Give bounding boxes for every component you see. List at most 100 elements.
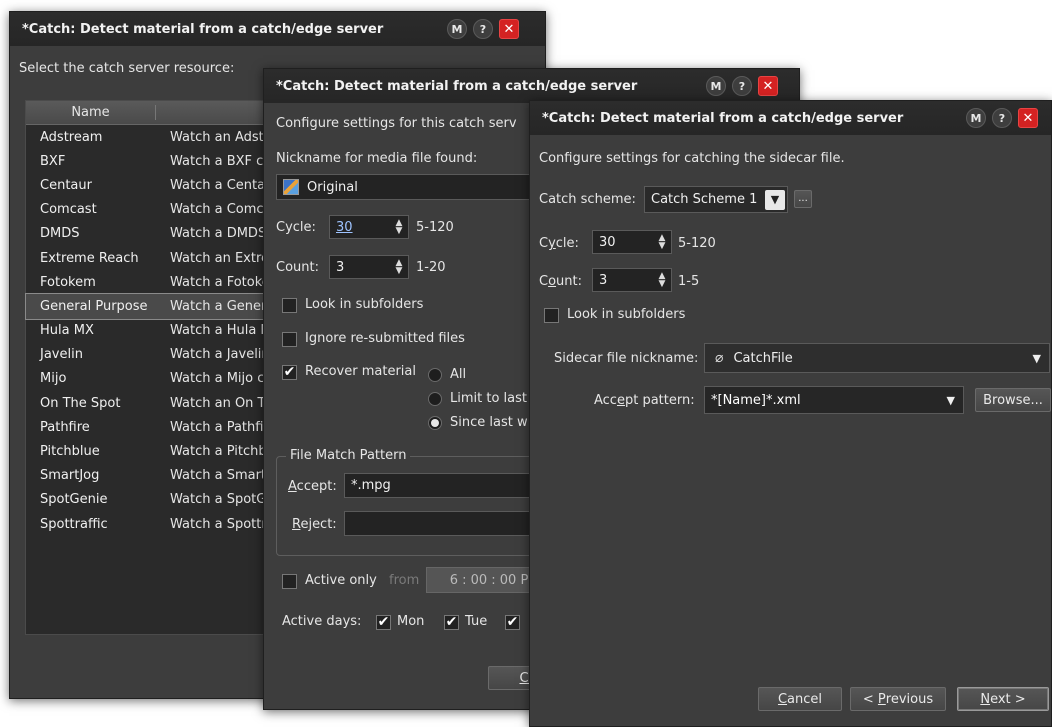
dialog2-intro: Configure settings for this catch serv [276, 116, 517, 131]
sidecar-nickname-dropdown[interactable]: ⌀ CatchFile ▼ [704, 343, 1050, 373]
nickname-label: Nickname for media file found: [276, 151, 478, 166]
media-file-icon [283, 179, 299, 195]
accept-label: Accept: [288, 479, 337, 494]
help-button[interactable]: ? [473, 19, 493, 39]
sidecar-nickname-label: Sidecar file nickname: [554, 351, 699, 366]
catch-scheme-label: Catch scheme: [539, 192, 636, 207]
accept-pattern-label: Accept pattern: [594, 393, 695, 408]
count-range: 1-5 [678, 274, 700, 289]
tuesday-checkbox[interactable]: ✔ [444, 615, 459, 630]
recover-material-checkbox[interactable]: ✔ [282, 365, 297, 380]
spinner-arrows-icon[interactable]: ▲ ▼ [390, 219, 408, 236]
cycle-spinner[interactable]: 30 ▲ ▼ [592, 230, 672, 254]
from-label: from [389, 573, 420, 588]
previous-button[interactable]: < Previous [850, 687, 946, 711]
dialog2-title-buttons: M ? ✕ [706, 76, 778, 96]
list-item[interactable]: Pitchblue Watch a Pitchb [26, 439, 284, 463]
list-item[interactable]: Adstream Watch an Adst [26, 125, 284, 149]
radio-since-last[interactable] [428, 416, 442, 430]
from-time-field[interactable]: 6 : 00 : 00 P [426, 567, 546, 593]
dialog1-title: *Catch: Detect material from a catch/edg… [22, 21, 384, 37]
count-label: Count: [276, 260, 319, 275]
look-subfolders-label: Look in subfolders [567, 307, 686, 322]
radio-all[interactable] [428, 368, 442, 382]
dialog3-title-buttons: M ? ✕ [966, 108, 1038, 128]
look-subfolders-checkbox[interactable] [544, 308, 559, 323]
list-item[interactable]: SmartJog Watch a Smart [26, 464, 284, 488]
monday-label: Mon [397, 614, 425, 629]
accept-pattern-field[interactable]: *.mpg [344, 473, 544, 498]
list-item[interactable]: Spottraffic Watch a Spottr [26, 512, 284, 536]
list-item[interactable]: BXF Watch a BXF ca [26, 149, 284, 173]
list-item[interactable]: DMDS Watch a DMDS [26, 222, 284, 246]
dialog2-title: *Catch: Detect material from a catch/edg… [276, 78, 638, 94]
active-only-label: Active only [305, 573, 377, 588]
list-item[interactable]: Mijo Watch a Mijo c [26, 367, 284, 391]
browse-button[interactable]: Browse... [975, 388, 1051, 412]
count-value: 3 [336, 259, 345, 275]
file-match-group [276, 456, 546, 556]
m-button[interactable]: M [966, 108, 986, 128]
radio-since-label: Since last w [450, 415, 528, 430]
select-resource-label: Select the catch server resource: [19, 61, 235, 76]
chevron-down-icon: ▼ [946, 393, 955, 407]
m-button[interactable]: M [706, 76, 726, 96]
chevron-down-icon: ▼ [1032, 351, 1041, 365]
radio-limit-to-last[interactable] [428, 392, 442, 406]
accept-pattern-field[interactable]: *[Name]*.xml ▼ [704, 386, 964, 414]
next-button[interactable]: Next > [957, 687, 1049, 711]
reject-pattern-field[interactable] [344, 511, 544, 536]
list-item[interactable]: On The Spot Watch an On T [26, 391, 284, 415]
close-button[interactable]: ✕ [499, 19, 519, 39]
cycle-label: Cycle: [539, 236, 579, 251]
catch-server-list[interactable]: Name Adstream Watch an Adst BXF Watch a BX… [25, 100, 285, 635]
list-header: Name [26, 101, 284, 125]
m-button[interactable]: M [447, 19, 467, 39]
spinner-arrows-icon[interactable]: ▲ ▼ [653, 234, 671, 251]
paperclip-icon: ⌀ [715, 350, 724, 366]
catch-scheme-dropdown[interactable]: Catch Scheme 1 ▼ [644, 186, 788, 213]
cycle-spinner[interactable]: 30 ▲ ▼ [329, 215, 409, 239]
list-item[interactable]: Hula MX Watch a Hula N [26, 319, 284, 343]
list-item-selected[interactable]: General Purpose Watch a Gener [25, 293, 285, 320]
file-match-group-title: File Match Pattern [286, 448, 411, 463]
monday-checkbox[interactable]: ✔ [376, 615, 391, 630]
ignore-resubmitted-label: Ignore re-submitted files [305, 331, 465, 346]
count-range: 1-20 [416, 260, 446, 275]
count-spinner[interactable]: 3 ▲ ▼ [592, 268, 672, 292]
look-subfolders-label: Look in subfolders [305, 297, 424, 312]
cancel-button[interactable]: Cancel [758, 687, 842, 711]
count-label: Count: [539, 274, 583, 289]
radio-limit-label: Limit to last [450, 391, 527, 406]
nickname-dropdown[interactable]: Original [276, 174, 546, 200]
count-spinner[interactable]: 3 ▲ ▼ [329, 255, 409, 279]
wednesday-checkbox[interactable]: ✔ [505, 615, 520, 630]
spinner-arrows-icon[interactable]: ▲ ▼ [390, 259, 408, 276]
help-button[interactable]: ? [992, 108, 1012, 128]
ignore-resubmitted-checkbox[interactable] [282, 332, 297, 347]
chevron-down-icon: ▼ [765, 189, 785, 210]
catch-scheme-more-button[interactable]: ... [794, 190, 812, 208]
cycle-value: 30 [599, 234, 616, 250]
list-item[interactable]: SpotGenie Watch a SpotG [26, 488, 284, 512]
close-button[interactable]: ✕ [1018, 108, 1038, 128]
look-subfolders-checkbox[interactable] [282, 298, 297, 313]
active-only-checkbox[interactable] [282, 574, 297, 589]
cycle-range: 5-120 [416, 220, 454, 235]
list-item[interactable]: Javelin Watch a Javelir [26, 343, 284, 367]
spinner-arrows-icon[interactable]: ▲ ▼ [653, 272, 671, 289]
dialog3-intro: Configure settings for catching the side… [539, 151, 845, 166]
cycle-value: 30 [336, 219, 353, 235]
column-header-name[interactable]: Name [26, 105, 156, 120]
dialog3-title: *Catch: Detect material from a catch/edg… [542, 110, 904, 126]
list-item[interactable]: Pathfire Watch a Pathfi [26, 415, 284, 439]
cycle-label: Cycle: [276, 220, 316, 235]
list-item[interactable]: Fotokem Watch a Fotoke [26, 270, 284, 294]
list-item[interactable]: Centaur Watch a Centau [26, 173, 284, 197]
active-days-label: Active days: [282, 614, 362, 629]
help-button[interactable]: ? [732, 76, 752, 96]
list-item[interactable]: Comcast Watch a Comca [26, 198, 284, 222]
tuesday-label: Tue [465, 614, 488, 629]
list-item[interactable]: Extreme Reach Watch an Extre [26, 246, 284, 270]
close-button[interactable]: ✕ [758, 76, 778, 96]
